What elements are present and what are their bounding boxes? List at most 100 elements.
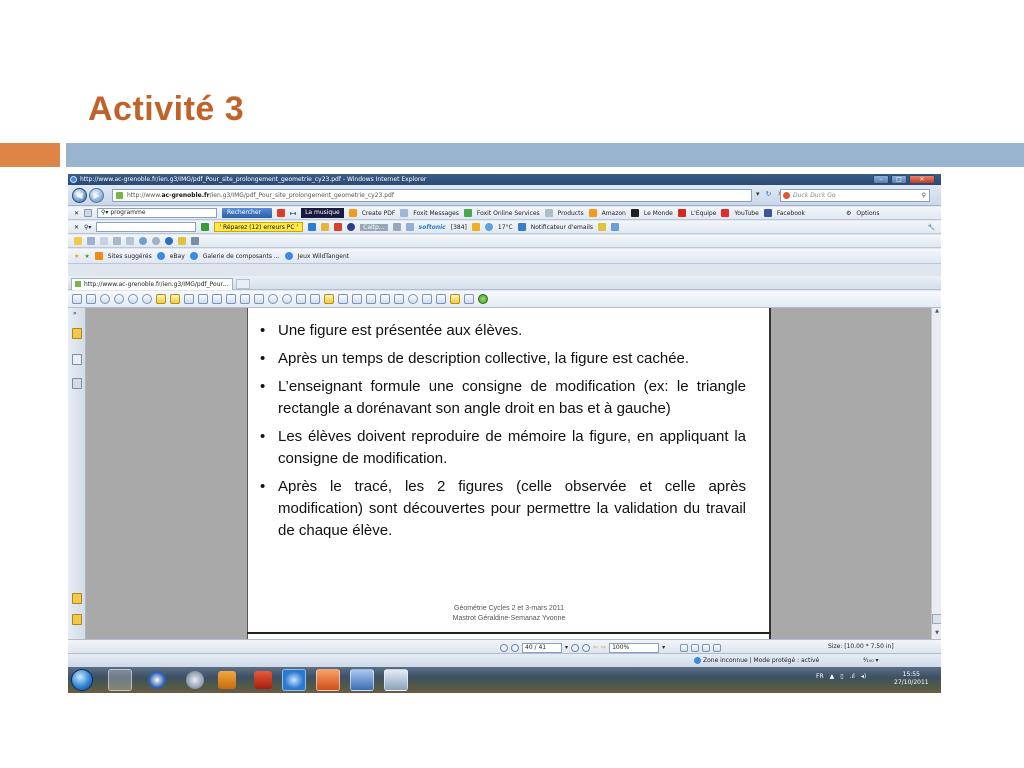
note-icon[interactable] bbox=[422, 294, 432, 304]
go-icon[interactable] bbox=[201, 223, 210, 231]
add-favorite-icon[interactable]: ★ bbox=[84, 253, 89, 260]
battery-icon[interactable]: ▯ bbox=[840, 673, 843, 680]
redo-icon[interactable] bbox=[198, 294, 208, 304]
zoom-input[interactable]: 100% bbox=[609, 642, 660, 653]
expand-panel-icon[interactable]: » bbox=[73, 310, 77, 317]
fit-page-icon[interactable] bbox=[226, 294, 236, 304]
network-icon[interactable]: .ıl bbox=[850, 673, 855, 680]
fit-width-icon[interactable] bbox=[240, 294, 250, 304]
favorites-star-icon[interactable]: ★ bbox=[74, 253, 79, 260]
page-number-input[interactable]: 40 / 41 bbox=[522, 642, 562, 653]
system-clock[interactable]: 15:55 27/10/2011 bbox=[894, 671, 929, 687]
email-notifier[interactable]: Notificateur d'emails bbox=[531, 224, 593, 231]
toolbar-item-lequipe[interactable]: L'Equipe bbox=[691, 210, 717, 217]
next-page-button[interactable] bbox=[571, 643, 580, 652]
snapshot-icon[interactable] bbox=[310, 294, 320, 304]
forward-button[interactable]: ▶ bbox=[89, 188, 104, 203]
attachments-icon[interactable] bbox=[72, 593, 82, 604]
security-zone[interactable]: Zone inconnue | Mode protégé : activé bbox=[694, 654, 819, 667]
print-icon[interactable] bbox=[86, 294, 96, 304]
volume-icon[interactable]: ◂) bbox=[861, 673, 866, 680]
internet-explorer-task-icon[interactable] bbox=[282, 669, 306, 691]
select-annotation-icon[interactable] bbox=[352, 294, 362, 304]
back-view-icon[interactable] bbox=[156, 294, 166, 304]
toolbar-tool-icon[interactable] bbox=[321, 223, 330, 231]
read-mail-icon[interactable] bbox=[100, 237, 108, 245]
toolbar-menu-icon[interactable] bbox=[84, 209, 93, 217]
continuous-icon[interactable] bbox=[691, 643, 700, 652]
undo-icon[interactable] bbox=[184, 294, 194, 304]
hand-tool-icon[interactable] bbox=[324, 294, 334, 304]
messenger-task-icon[interactable] bbox=[148, 671, 166, 689]
help-icon[interactable] bbox=[165, 237, 173, 245]
search-input[interactable]: Duck Duck Go ⚲ bbox=[780, 189, 930, 202]
explorer-task-icon[interactable] bbox=[108, 669, 132, 691]
toolbar-item-create-pdf[interactable]: Create PDF bbox=[362, 210, 396, 217]
scroll-thumb[interactable] bbox=[932, 614, 941, 624]
new-tab-button[interactable] bbox=[236, 279, 250, 289]
last-page-icon[interactable] bbox=[142, 294, 152, 304]
info-icon[interactable] bbox=[478, 294, 488, 304]
rotate-icon[interactable] bbox=[296, 294, 306, 304]
media-player-task-icon[interactable] bbox=[218, 671, 236, 689]
last-page-button[interactable] bbox=[582, 643, 591, 652]
player-controls[interactable]: ▸◂ bbox=[290, 210, 296, 217]
extra-tool-icon[interactable] bbox=[191, 237, 199, 245]
single-page-icon[interactable] bbox=[680, 643, 689, 652]
continuous-facing-icon[interactable] bbox=[713, 643, 722, 652]
start-button[interactable] bbox=[71, 669, 93, 691]
image-icon[interactable] bbox=[394, 294, 404, 304]
print-icon[interactable] bbox=[113, 237, 121, 245]
toolbar-search-input[interactable]: ⚲▾ programme bbox=[97, 208, 218, 218]
select-text-icon[interactable] bbox=[338, 294, 348, 304]
close-toolbar-icon[interactable]: ✕ bbox=[74, 224, 79, 231]
show-hidden-icons-icon[interactable]: ▲ bbox=[830, 673, 835, 680]
toolbar-folder-icon[interactable] bbox=[471, 223, 480, 231]
toolbar-note-icon[interactable] bbox=[598, 223, 606, 231]
toolbar-extra-icon[interactable] bbox=[611, 223, 619, 231]
bookmarks-icon[interactable] bbox=[72, 328, 82, 339]
notepad-task-icon[interactable] bbox=[384, 669, 408, 691]
caltp-field[interactable]: Caltp... bbox=[360, 223, 388, 231]
paperclip-icon[interactable] bbox=[72, 614, 82, 625]
address-input[interactable]: http://www.ac-grenoble.fr/ien.g3/IMG/pdf… bbox=[112, 189, 752, 202]
toolbar-item-le-monde[interactable]: Le Monde bbox=[644, 210, 673, 217]
zoom-indicator[interactable]: ⁴⁄₁₀₀ ▾ bbox=[863, 654, 879, 667]
pages-icon[interactable] bbox=[72, 354, 82, 365]
search-icon[interactable]: ⚲ bbox=[922, 190, 926, 201]
toolbar-radio-icon[interactable] bbox=[347, 223, 356, 231]
tools-icon[interactable] bbox=[152, 237, 160, 245]
powerpoint-task-icon[interactable] bbox=[316, 669, 340, 691]
pencil-icon[interactable] bbox=[436, 294, 446, 304]
find-icon[interactable] bbox=[366, 294, 376, 304]
back-button[interactable]: ◀ bbox=[72, 188, 87, 203]
music-button[interactable]: La musique bbox=[301, 208, 344, 218]
fit-visible-icon[interactable] bbox=[254, 294, 264, 304]
feeds-icon[interactable] bbox=[87, 237, 95, 245]
scroll-up-icon[interactable]: ▲ bbox=[932, 308, 941, 317]
refresh-icon[interactable]: ↻ bbox=[766, 190, 772, 198]
language-indicator[interactable]: FR bbox=[816, 673, 824, 680]
close-toolbar-icon[interactable]: ✕ bbox=[74, 210, 79, 217]
minimize-button[interactable]: – bbox=[873, 175, 889, 184]
wrench-icon[interactable]: 🔧 bbox=[928, 224, 935, 231]
previous-page-button[interactable] bbox=[511, 643, 519, 652]
search-submit-button[interactable]: Rechercher bbox=[222, 208, 273, 218]
favorites-item-wildtangent[interactable]: Jeux WildTangent bbox=[298, 253, 349, 260]
repair-pc-button[interactable]: ' Réparez (12) erreurs PC ' bbox=[214, 222, 304, 232]
tab-pdf[interactable]: http://www.ac-grenoble.fr/ien.g3/IMG/pdf… bbox=[71, 278, 233, 290]
previous-page-icon[interactable] bbox=[114, 294, 124, 304]
toolbar2-search-input[interactable] bbox=[96, 222, 197, 232]
first-page-button[interactable] bbox=[500, 643, 508, 652]
toolbar-button-icon[interactable] bbox=[392, 223, 401, 231]
maximize-button[interactable]: □ bbox=[891, 175, 907, 184]
adobe-icon[interactable] bbox=[277, 209, 286, 217]
layers-icon[interactable] bbox=[72, 378, 82, 389]
toolbar-item-foxit-online[interactable]: Foxit Online Services bbox=[477, 210, 540, 217]
toolbar-item-foxit-messages[interactable]: Foxit Messages bbox=[413, 210, 459, 217]
word-task-icon[interactable] bbox=[350, 669, 374, 691]
toolbar-item-products[interactable]: Products bbox=[558, 210, 584, 217]
forward-view-icon[interactable] bbox=[170, 294, 180, 304]
home-icon[interactable] bbox=[74, 237, 82, 245]
first-page-icon[interactable] bbox=[100, 294, 110, 304]
